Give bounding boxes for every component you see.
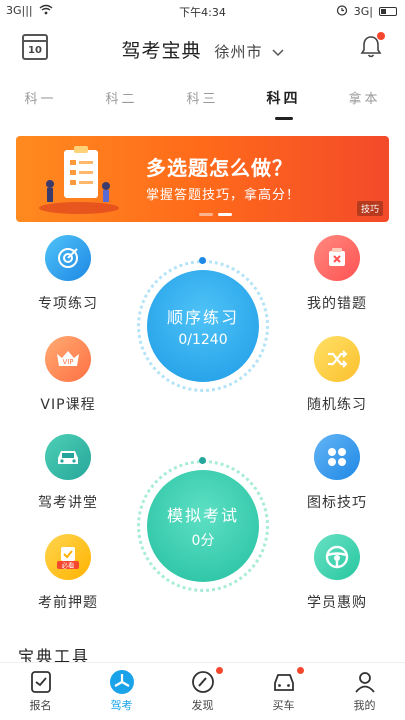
nav-profile-label: 我的 bbox=[353, 699, 376, 712]
vip-crown-icon: VIP bbox=[45, 336, 91, 382]
banner-dot bbox=[199, 213, 213, 216]
bottom-navigation: 报名 驾考 发现 买车 我的 bbox=[0, 662, 405, 720]
buy-car-notification-dot bbox=[296, 667, 304, 674]
vip-course-button[interactable]: VIP VIP课程 bbox=[23, 336, 113, 414]
alarm-icon bbox=[336, 4, 348, 19]
car-front-icon bbox=[271, 669, 297, 695]
banner-dot-active bbox=[218, 213, 232, 216]
vip-course-label: VIP课程 bbox=[40, 397, 96, 413]
tab-get-license[interactable]: 拿本 bbox=[330, 80, 400, 120]
promo-banner[interactable]: 多选题怎么做？ 掌握答题技巧，拿高分！ 技巧 bbox=[16, 136, 389, 222]
nav-register[interactable]: 报名 bbox=[11, 663, 71, 720]
header-title-group: 驾考宝典 徐州市 bbox=[0, 36, 405, 63]
grid-icon bbox=[314, 434, 360, 480]
icon-tips-label: 图标技巧 bbox=[307, 495, 367, 511]
nav-buy-car[interactable]: 买车 bbox=[254, 663, 314, 720]
sequential-practice-button[interactable]: 顺序练习 0/1240 bbox=[137, 257, 269, 392]
vip-badge-text: VIP bbox=[62, 358, 73, 366]
nav-register-label: 报名 bbox=[29, 699, 52, 712]
app-title: 驾考宝典 bbox=[121, 40, 202, 62]
nav-discover[interactable]: 发现 bbox=[173, 663, 233, 720]
must-see-badge: 必看 bbox=[62, 561, 76, 570]
fan-logo-icon bbox=[109, 669, 135, 695]
clipboard-illustration-icon bbox=[34, 144, 124, 216]
chevron-down-icon[interactable] bbox=[272, 46, 284, 60]
sequential-progress: 0/1240 bbox=[178, 332, 228, 348]
subject-tabs: 科一 科二 科三 科四 拿本 bbox=[0, 80, 405, 120]
battery-icon bbox=[379, 7, 397, 16]
discover-notification-dot bbox=[215, 667, 223, 674]
target-icon bbox=[45, 235, 91, 281]
driving-lecture-label: 驾考讲堂 bbox=[38, 495, 98, 511]
mock-exam-button[interactable]: 模拟考试 0分 bbox=[137, 457, 269, 592]
mock-exam-score: 0分 bbox=[191, 533, 215, 549]
my-mistakes-label: 我的错题 bbox=[307, 296, 367, 312]
sequential-title: 顺序练习 bbox=[166, 308, 239, 327]
shuffle-icon bbox=[314, 336, 360, 382]
nav-driving-test[interactable]: 驾考 bbox=[92, 663, 152, 720]
icon-tips-button[interactable]: 图标技巧 bbox=[292, 434, 382, 512]
banner-subtitle: 掌握答题技巧，拿高分！ bbox=[146, 188, 301, 203]
special-practice-label: 专项练习 bbox=[38, 296, 98, 312]
compass-icon bbox=[190, 669, 216, 695]
tab-subject-2[interactable]: 科二 bbox=[87, 80, 157, 120]
mistakes-icon bbox=[314, 235, 360, 281]
mock-exam-title: 模拟考试 bbox=[166, 506, 239, 525]
student-deals-label: 学员惠购 bbox=[307, 595, 367, 611]
tab-subject-3[interactable]: 科三 bbox=[168, 80, 238, 120]
score-pip bbox=[199, 457, 206, 464]
driving-lecture-button[interactable]: 驾考讲堂 bbox=[23, 434, 113, 512]
network-indicator: 3G| bbox=[353, 5, 373, 18]
pre-exam-label: 考前押题 bbox=[38, 595, 98, 611]
sequential-core: 顺序练习 0/1240 bbox=[147, 270, 259, 382]
nav-profile[interactable]: 我的 bbox=[335, 663, 395, 720]
steering-wheel-icon bbox=[314, 534, 360, 580]
banner-title: 多选题怎么做？ bbox=[146, 156, 293, 180]
random-practice-label: 随机练习 bbox=[307, 397, 367, 413]
nav-driving-test-label: 驾考 bbox=[110, 699, 133, 712]
car-icon bbox=[45, 434, 91, 480]
mock-exam-core: 模拟考试 0分 bbox=[147, 470, 259, 582]
pre-exam-icon: 必看 bbox=[45, 534, 91, 580]
special-practice-button[interactable]: 专项练习 bbox=[23, 235, 113, 313]
pre-exam-button[interactable]: 必看 考前押题 bbox=[23, 534, 113, 612]
status-bar: 3G||| 下午4:34 3G| bbox=[0, 0, 405, 22]
nav-buy-car-label: 买车 bbox=[272, 699, 295, 712]
edit-form-icon bbox=[28, 669, 54, 695]
notification-dot bbox=[377, 32, 385, 40]
banner-tag: 技巧 bbox=[356, 201, 383, 216]
city-selector[interactable]: 徐州市 bbox=[215, 43, 263, 61]
progress-pip bbox=[199, 257, 206, 264]
random-practice-button[interactable]: 随机练习 bbox=[292, 336, 382, 414]
my-mistakes-button[interactable]: 我的错题 bbox=[292, 235, 382, 313]
tab-subject-4[interactable]: 科四 bbox=[249, 80, 319, 120]
tab-subject-1[interactable]: 科一 bbox=[6, 80, 76, 120]
banner-pagination bbox=[199, 213, 232, 216]
user-icon bbox=[352, 669, 378, 695]
student-deals-button[interactable]: 学员惠购 bbox=[292, 534, 382, 612]
app-header: 10 驾考宝典 徐州市 bbox=[0, 22, 405, 72]
nav-discover-label: 发现 bbox=[191, 699, 214, 712]
bell-icon[interactable] bbox=[359, 32, 385, 60]
